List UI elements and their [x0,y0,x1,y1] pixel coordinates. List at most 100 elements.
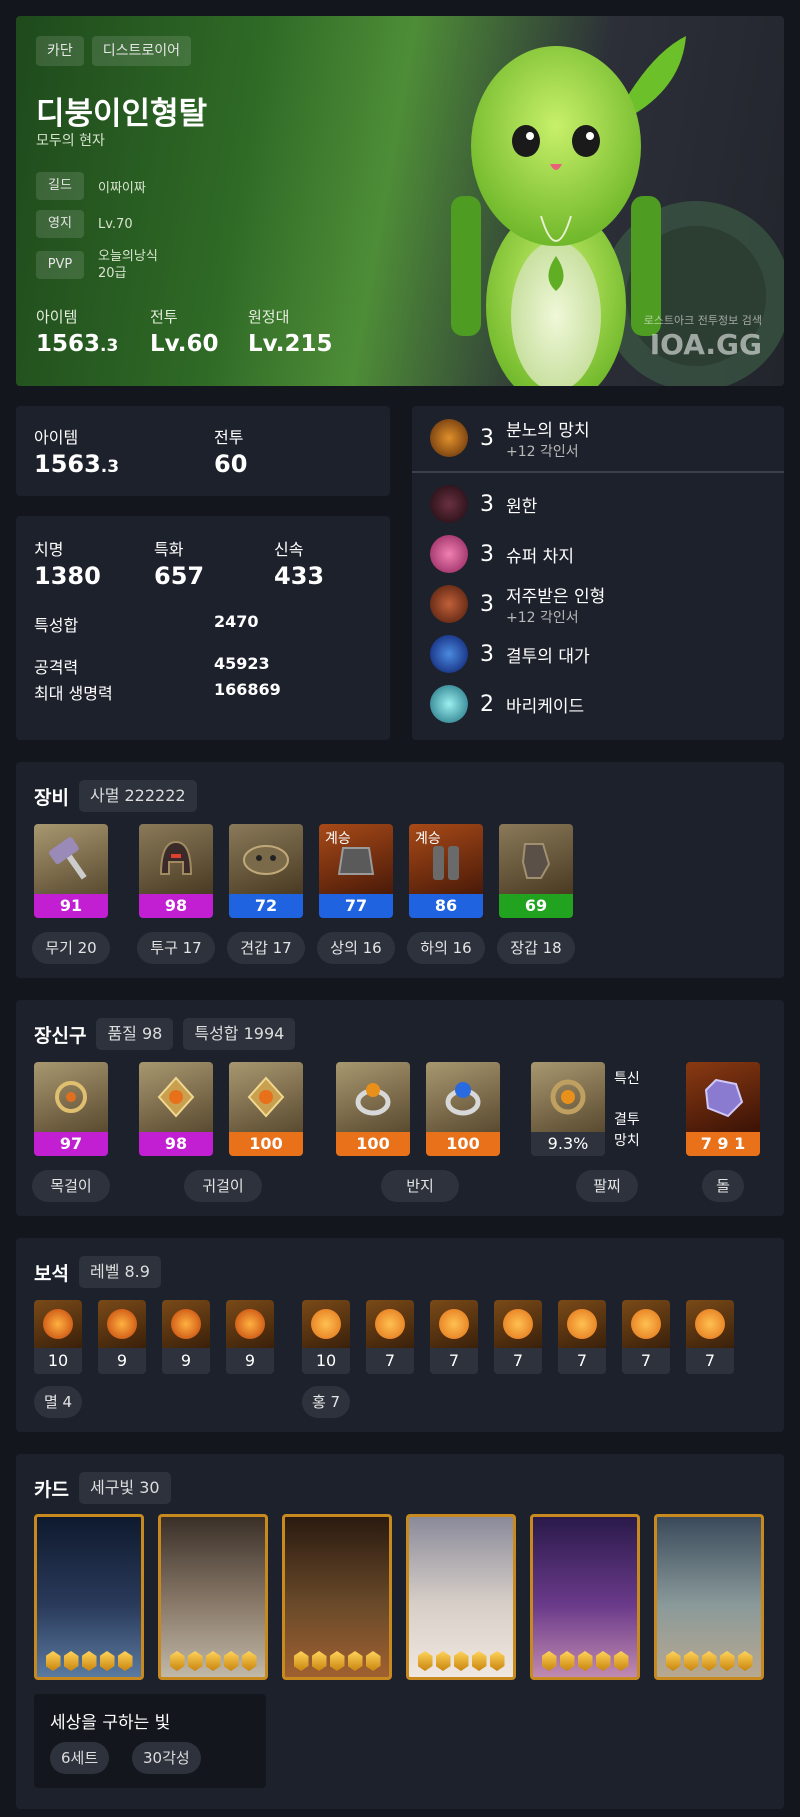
swift-value: 433 [274,562,325,590]
ability-stone[interactable]: 7 9 1 [686,1062,760,1156]
weapon-caption: 무기 20 [32,932,110,964]
card[interactable] [406,1514,516,1680]
equipment-weapon[interactable]: 91 [34,824,108,918]
helmet-icon [139,824,213,894]
gem-slot[interactable]: 7 [430,1300,478,1374]
equipment-pants[interactable]: 계승 86 [409,824,483,918]
gem-slot[interactable]: 7 [686,1300,734,1374]
card-awaken-total: 30각성 [132,1742,201,1774]
gems-title: 보석 [34,1262,69,1285]
equipment-panel: 장비 사멸 222222 91 98 72 계승 77 계승 86 69 무기 … [16,762,784,978]
gem-icon [622,1300,670,1348]
gloves-caption: 장갑 18 [497,932,575,964]
stat-label: 전투 [150,308,178,326]
accessory-ring-2[interactable]: 100 [426,1062,500,1156]
equipment-quality: 77 [319,894,393,918]
stat-decimal: .3 [100,336,119,356]
bracelet-icon [531,1062,605,1132]
awaken-stars [533,1651,637,1671]
engraving-name: 바리케이드 [506,696,585,717]
accessory-earring-2[interactable]: 100 [229,1062,303,1156]
gem-level: 9 [98,1348,146,1374]
engraving-level: 3 [480,591,494,617]
engraving-row[interactable]: 3 분노의 망치 +12 각인서 [430,418,590,460]
necklace-icon [34,1062,108,1132]
equipment-shoulder[interactable]: 72 [229,824,303,918]
info-label: 영지 [36,210,84,238]
max-hp-label: 최대 생명력 [34,684,113,703]
info-row-estate: 영지 Lv.70 [36,210,133,238]
gem-icon [430,1300,478,1348]
server-badge: 카단 [36,36,84,66]
engraving-name: 슈퍼 차지 [506,546,574,567]
gem-level: 9 [226,1348,274,1374]
info-row-pvp: PVP 오늘의낭식 20급 [36,248,158,282]
stat-value: Lv.60 [150,331,219,357]
stat-label: 아이템 [36,308,78,326]
awaken-stars [37,1651,141,1671]
gem-slot[interactable]: 7 [622,1300,670,1374]
ring-icon [336,1062,410,1132]
engraving-book: +12 각인서 [506,443,579,460]
earring-caption: 귀걸이 [184,1170,262,1202]
card[interactable] [34,1514,144,1680]
accessory-ring-1[interactable]: 100 [336,1062,410,1156]
engraving-name: 분노의 망치 [506,420,590,441]
watermark-subtitle: 로스트아크 전투정보 검색 [643,314,762,327]
duel-master-icon [430,635,468,673]
card[interactable] [158,1514,268,1680]
accessory-quality: 98 [139,1132,213,1156]
engraving-row[interactable]: 3 결투의 대가 [430,634,590,674]
stone-caption: 돌 [702,1170,744,1202]
crit-value: 1380 [34,562,101,590]
equipment-chest[interactable]: 계승 77 [319,824,393,918]
attack-value: 45923 [214,654,270,673]
equipment-quality: 86 [409,894,483,918]
gem-level: 7 [494,1348,542,1374]
gem-slot[interactable]: 7 [366,1300,414,1374]
gem-slot[interactable]: 9 [162,1300,210,1374]
gem-icon [558,1300,606,1348]
gem-slot[interactable]: 7 [494,1300,542,1374]
hero-stat-expedition: 원정대 Lv.215 [248,306,333,357]
info-value: 오늘의낭식 20급 [98,249,158,281]
gem-slot[interactable]: 10 [34,1300,82,1374]
bracelet-stats: 특신 [614,1071,640,1087]
stat-total-label: 특성합 [34,616,79,635]
card[interactable] [654,1514,764,1680]
cooldown-gem-caption: 홍 7 [302,1386,350,1418]
necklace-caption: 목걸이 [32,1170,110,1202]
card[interactable] [282,1514,392,1680]
equipment-gloves[interactable]: 69 [499,824,573,918]
engraving-level: 3 [480,641,494,667]
bracelet-caption: 팔찌 [576,1170,638,1202]
engraving-row[interactable]: 3 슈퍼 차지 [430,534,574,574]
spec-value: 657 [154,562,205,590]
gem-slot[interactable]: 9 [226,1300,274,1374]
stat-label: 원정대 [248,308,290,326]
hammer-icon [34,824,108,894]
ring-icon [426,1062,500,1132]
gem-level: 10 [302,1348,350,1374]
accessory-earring-1[interactable]: 98 [139,1062,213,1156]
card[interactable] [530,1514,640,1680]
gem-icon [226,1300,274,1348]
hero-stat-item: 아이템 1563.3 [36,306,118,357]
bracelet-value: 9.3% [531,1132,605,1156]
gem-slot[interactable]: 7 [558,1300,606,1374]
bracelet-effects: 결투 망치 [614,1112,640,1149]
engraving-level: 2 [480,691,494,717]
accessory-necklace[interactable]: 97 [34,1062,108,1156]
equipment-helmet[interactable]: 98 [139,824,213,918]
engraving-row[interactable]: 3 저주받은 인형 +12 각인서 [430,584,605,626]
ability-stone-icon [686,1062,760,1132]
gem-slot[interactable]: 9 [98,1300,146,1374]
max-hp-value: 166869 [214,680,281,699]
gem-slot[interactable]: 10 [302,1300,350,1374]
cards-title: 카드 [34,1478,69,1501]
equipment-quality: 98 [139,894,213,918]
engraving-row[interactable]: 2 바리케이드 [430,684,584,724]
accessory-bracelet[interactable]: 9.3% [531,1062,605,1156]
ability-stone-value: 7 9 1 [686,1132,760,1156]
engraving-row[interactable]: 3 원한 [430,484,537,524]
